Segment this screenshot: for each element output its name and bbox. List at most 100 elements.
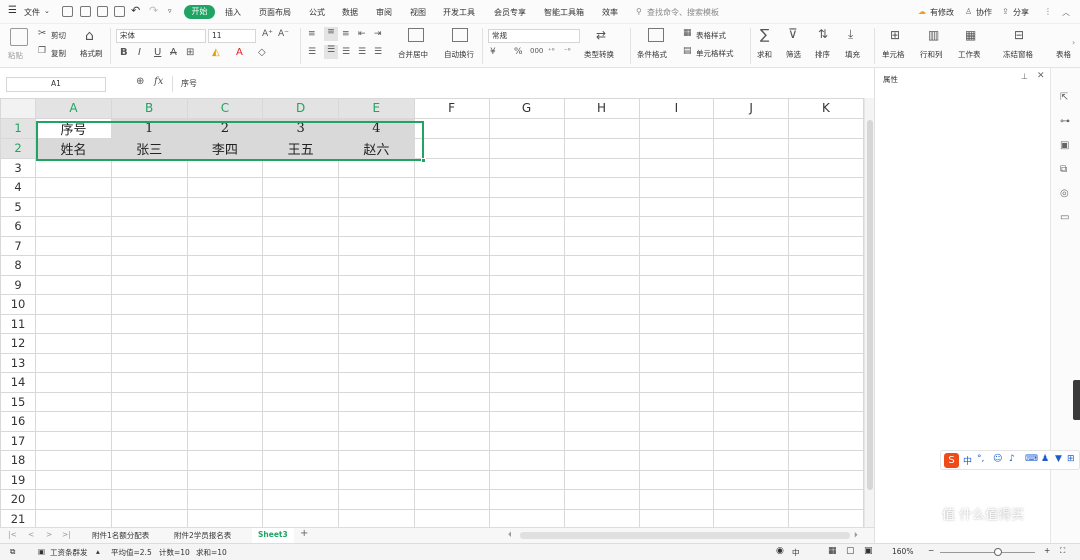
column-header-c[interactable]: C [186,98,264,119]
cell[interactable] [337,411,415,432]
cell[interactable] [262,469,339,490]
align-right-icon[interactable]: ☰ [342,47,350,57]
zoom-in-icon[interactable]: + [1044,546,1050,555]
cell[interactable] [413,235,490,256]
cell[interactable] [337,372,415,393]
pin-icon[interactable]: ⊥ [1021,72,1028,81]
cell[interactable] [488,450,565,471]
cell[interactable] [186,411,264,432]
prev-sheet-icon[interactable]: < [28,530,34,539]
row-header[interactable]: 9 [0,274,37,295]
cell[interactable] [488,274,565,295]
cell[interactable] [488,117,565,139]
cell[interactable] [787,489,864,510]
cell[interactable] [713,489,789,510]
cell[interactable] [713,157,789,178]
cell[interactable] [110,255,188,276]
cell[interactable] [35,294,112,315]
tab-developer[interactable]: 开发工具 [443,7,475,18]
changes-button[interactable]: 有修改 [930,7,954,18]
cell[interactable] [488,411,565,432]
cell[interactable] [337,196,415,217]
cell[interactable] [563,235,640,256]
italic-icon[interactable]: I [138,47,141,58]
copy-button[interactable]: 复制 [51,48,66,59]
cell[interactable] [35,489,112,510]
cell[interactable] [638,508,715,527]
vertical-scrollbar[interactable] [864,98,874,527]
thousands-icon[interactable]: 000 [530,47,543,55]
sheet-tab-3[interactable]: Sheet3 [252,528,294,543]
cell[interactable] [563,137,640,159]
cell[interactable] [563,157,640,178]
toolbox-icon[interactable]: ⊞ [1067,454,1075,464]
cell[interactable] [262,430,339,451]
sum-button[interactable]: 求和 [757,49,772,60]
column-header-e[interactable]: E [337,98,415,119]
row-col-button[interactable]: 行和列 [920,49,943,60]
align-top-icon[interactable]: ≡ [308,29,316,39]
cell[interactable] [35,508,112,527]
number-format-select[interactable]: 常规 [488,29,580,43]
cell[interactable] [787,255,864,276]
cell[interactable] [413,117,490,139]
cell[interactable] [337,235,415,256]
cell[interactable] [713,216,789,237]
distributed-icon[interactable]: ☰ [374,47,382,57]
cell[interactable] [713,196,789,217]
cell-c2[interactable]: 李四 [186,137,264,159]
undo-icon[interactable]: ↶ [131,4,140,17]
command-search[interactable]: 查找命令、搜索模板 [647,7,719,18]
page-break-view-icon[interactable]: ▣ [864,546,873,556]
cell-d1[interactable]: 3 [262,117,339,139]
cell[interactable] [186,372,264,393]
cell[interactable] [337,255,415,276]
normal-view-icon[interactable]: ▦ [828,546,837,556]
chevron-down-icon[interactable]: ⌄ [44,7,50,15]
cell[interactable] [413,372,490,393]
cell[interactable] [35,157,112,178]
cell[interactable] [713,469,789,490]
ime-lang[interactable]: 中 [963,454,972,467]
cell[interactable] [262,235,339,256]
zoom-level[interactable]: 160% [892,547,913,556]
select-cursor-icon[interactable]: ⇱ [1060,92,1068,103]
customize-chevron-icon[interactable]: ▿ [168,7,172,15]
cell[interactable] [186,313,264,334]
cell[interactable] [713,117,789,139]
cell[interactable] [787,469,864,490]
cell[interactable] [787,157,864,178]
voice-icon[interactable]: ♪ [1009,454,1015,464]
cell[interactable] [787,274,864,295]
cell[interactable] [413,274,490,295]
cell[interactable] [713,294,789,315]
cell[interactable] [713,372,789,393]
filter-button[interactable]: 筛选 [786,49,801,60]
cell[interactable] [787,117,864,139]
cell[interactable] [186,216,264,237]
row-header[interactable]: 6 [0,216,37,237]
tab-view[interactable]: 视图 [410,7,426,18]
cell[interactable] [337,274,415,295]
strikethrough-icon[interactable]: A [170,47,177,58]
cell[interactable] [337,391,415,412]
account-icon[interactable]: ♟ [1041,454,1049,464]
cell[interactable] [787,196,864,217]
cell[interactable] [35,469,112,490]
cell[interactable] [713,352,789,373]
column-header-i[interactable]: I [638,98,715,119]
ime-toolbar[interactable]: S 中 °, ☺ ♪ ⌨ ♟ ▼ ⊞ [940,450,1080,470]
cell[interactable] [110,450,188,471]
clear-format-icon[interactable]: ◇ [258,47,266,58]
cell[interactable] [488,372,565,393]
cell[interactable] [110,411,188,432]
cell[interactable] [35,313,112,334]
cell[interactable] [488,469,565,490]
row-header[interactable]: 10 [0,294,37,315]
cell[interactable] [413,216,490,237]
punctuation-icon[interactable]: °, [977,454,984,464]
cell[interactable] [35,430,112,451]
bold-icon[interactable]: B [120,47,128,58]
cell[interactable] [413,196,490,217]
row-header[interactable]: 19 [0,469,37,490]
